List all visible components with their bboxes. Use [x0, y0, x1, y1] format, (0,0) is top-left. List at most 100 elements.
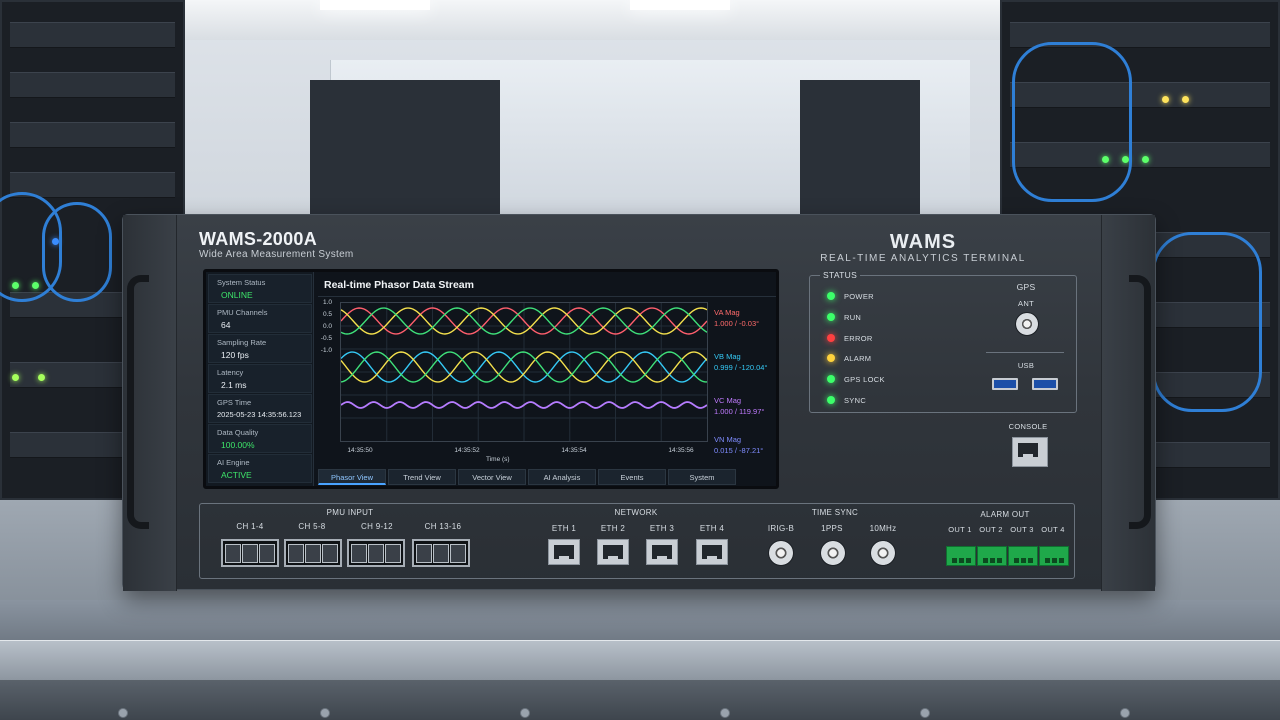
alarm-port-label: OUT 2	[979, 525, 1003, 534]
sidebar-item-value: 120 fps	[221, 350, 249, 360]
console-label: CONSOLE	[1008, 422, 1048, 431]
alarm-terminal-3[interactable]	[1008, 546, 1038, 566]
sidebar-item-label: PMU Channels	[217, 308, 268, 317]
sfp-cage-ch5-8[interactable]	[284, 539, 342, 567]
irig-b-connector[interactable]	[768, 540, 794, 566]
sidebar-item-latency: Latency 2.1 ms	[208, 364, 312, 393]
display-screen[interactable]: System Status ONLINE PMU Channels 64 Sam…	[203, 269, 779, 489]
10mhz-connector[interactable]	[870, 540, 896, 566]
phasor-waveform-svg	[340, 303, 708, 441]
sidebar-item-label: GPS Time	[217, 398, 252, 407]
pmu-channel-label: CH 13-16	[424, 522, 462, 531]
led-label-error: ERROR	[844, 334, 873, 343]
sidebar-item-system-status: System Status ONLINE	[208, 274, 312, 303]
brand-logo-text: WAMS	[889, 231, 957, 253]
alarm-port-label: OUT 3	[1010, 525, 1034, 534]
sidebar-item-pmu-channels: PMU Channels 64	[208, 304, 312, 333]
sidebar-item-value: ONLINE	[221, 290, 253, 300]
sidebar-item-ai-engine: AI Engine ACTIVE	[208, 454, 312, 483]
tab-system[interactable]: System	[668, 469, 736, 485]
x-tick-label: 14:35:54	[561, 447, 587, 454]
legend-vc-name: VC Mag	[714, 396, 742, 405]
io-panel: PMU INPUT CH 1-4 CH 5-8 CH 9-12 CH 13-16…	[199, 503, 1075, 579]
bench-edge	[0, 640, 1280, 680]
tab-ai-analysis[interactable]: AI Analysis	[528, 469, 596, 485]
network-port-label: ETH 4	[699, 524, 725, 533]
network-port-label: ETH 3	[649, 524, 675, 533]
brand-subtitle: REAL-TIME ANALYTICS TERMINAL	[820, 253, 1026, 264]
alarm-terminal-1[interactable]	[946, 546, 976, 566]
sidebar-item-label: Latency	[217, 368, 244, 377]
ethernet-port-3[interactable]	[646, 539, 678, 565]
tab-trend-view[interactable]: Trend View	[388, 469, 456, 485]
left-handle[interactable]	[127, 275, 149, 529]
led-label-alarm: ALARM	[844, 354, 872, 363]
legend-va-name: VA Mag	[714, 308, 740, 317]
sidebar-item-gps-time: GPS Time 2025-05-23 14:35:56.123	[208, 394, 312, 423]
x-axis-label: Time (s)	[486, 456, 510, 463]
ant-label: ANT	[1018, 299, 1034, 308]
alarm-terminal-4[interactable]	[1039, 546, 1069, 566]
alarm-terminal-2[interactable]	[977, 546, 1007, 566]
model-subtitle: Wide Area Measurement System	[199, 249, 354, 260]
status-panel: STATUS POWER RUN ERROR ALARM GPS LOCK SY…	[809, 270, 1077, 413]
sidebar-item-data-quality: Data Quality 100.00%	[208, 424, 312, 453]
legend-va-value: 1.000 / -0.03°	[714, 319, 760, 328]
x-tick-label: 14:35:56	[668, 447, 694, 454]
sidebar-item-sampling-rate: Sampling Rate 120 fps	[208, 334, 312, 363]
time-sync-port-label: 10MHz	[869, 524, 897, 533]
tab-phasor-view[interactable]: Phasor View	[318, 469, 386, 485]
sidebar-item-label: System Status	[217, 278, 266, 287]
led-label-gps-lock: GPS LOCK	[844, 375, 885, 384]
background-rack	[800, 80, 920, 220]
sfp-cage-ch13-16[interactable]	[412, 539, 470, 567]
phasor-plot-area[interactable]	[340, 302, 708, 442]
y-tick-label: 0.5	[322, 311, 332, 318]
sidebar-item-value: 2.1 ms	[221, 380, 247, 390]
sidebar-item-label: Data Quality	[217, 428, 259, 437]
usb-port-1[interactable]	[992, 378, 1018, 390]
led-label-run: RUN	[844, 313, 862, 322]
pmu-channel-label: CH 5-8	[298, 522, 326, 531]
pmu-input-title: PMU INPUT	[326, 508, 374, 517]
led-label-sync: SYNC	[844, 396, 867, 405]
sfp-cage-ch9-12[interactable]	[347, 539, 405, 567]
alarm-out-title: ALARM OUT	[980, 510, 1030, 519]
sidebar-item-value: 100.00%	[221, 440, 255, 450]
x-tick-label: 14:35:50	[347, 447, 373, 454]
ethernet-port-2[interactable]	[597, 539, 629, 565]
usb-label: USB	[1017, 361, 1035, 370]
bench-front	[0, 680, 1280, 720]
1pps-connector[interactable]	[820, 540, 846, 566]
time-sync-port-label: 1PPS	[821, 524, 843, 533]
error-led	[827, 334, 835, 342]
pmu-channel-label: CH 1-4	[236, 522, 264, 531]
y-tick-label: -1.0	[320, 347, 332, 354]
sidebar-item-value: 2025-05-23 14:35:56.123	[217, 410, 302, 419]
legend-vb-value: 0.999 / -120.04°	[714, 363, 768, 372]
model-name: WAMS-2000A	[199, 229, 318, 249]
tab-events[interactable]: Events	[598, 469, 666, 485]
x-tick-label: 14:35:52	[454, 447, 480, 454]
plot-title: Real-time Phasor Data Stream	[324, 279, 474, 291]
alarm-port-label: OUT 4	[1041, 525, 1065, 534]
ethernet-port-1[interactable]	[548, 539, 580, 565]
sfp-cage-ch1-4[interactable]	[221, 539, 279, 567]
view-tabs: Phasor View Trend View Vector View AI An…	[318, 469, 743, 486]
sync-led	[827, 396, 835, 404]
right-handle[interactable]	[1129, 275, 1151, 529]
gps-lock-led	[827, 375, 835, 383]
divider	[318, 296, 776, 297]
ethernet-port-4[interactable]	[696, 539, 728, 565]
background-rack	[400, 80, 500, 220]
y-tick-label: 0.0	[322, 323, 332, 330]
gps-label: GPS	[1016, 282, 1036, 292]
console-port[interactable]	[1012, 437, 1048, 467]
ceiling-light	[320, 0, 430, 10]
usb-port-2[interactable]	[1032, 378, 1058, 390]
sidebar-item-label: AI Engine	[217, 458, 250, 467]
pmu-channel-label: CH 9-12	[361, 522, 393, 531]
tab-vector-view[interactable]: Vector View	[458, 469, 526, 485]
gps-antenna-connector[interactable]	[1015, 312, 1039, 336]
network-port-label: ETH 1	[551, 524, 577, 533]
